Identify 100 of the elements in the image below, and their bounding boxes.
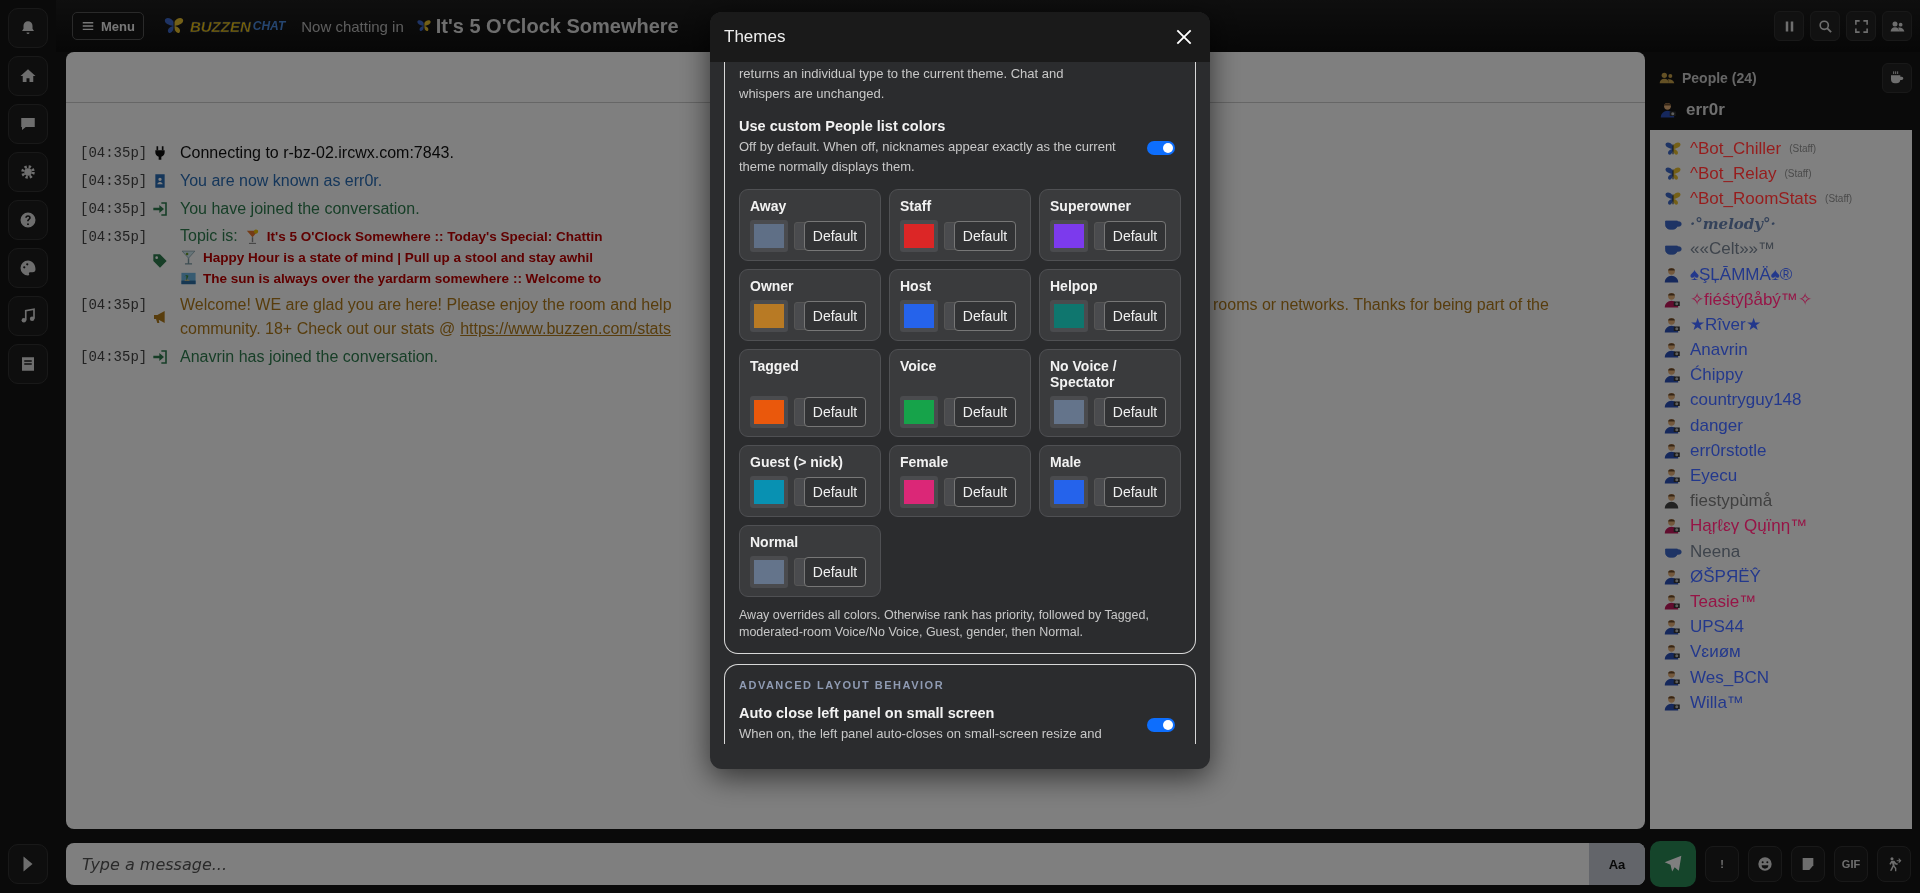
nickname[interactable]: Willa™	[1690, 692, 1744, 713]
nickname[interactable]: UPS44	[1690, 617, 1744, 638]
gif-button[interactable]: GIF	[1834, 846, 1868, 882]
sticker-button[interactable]	[1791, 846, 1825, 882]
color-label: Superowner	[1050, 198, 1132, 214]
dialog-title: Themes	[724, 27, 786, 47]
sign-in-icon	[152, 201, 168, 217]
note-text: Away overrides all colors. Otherwise rank has priority, followed by Tagged, moderated-room Voice/No Voice, Guest, gender, then Normal.	[739, 607, 1150, 641]
notifications-button[interactable]	[8, 8, 48, 48]
default-button[interactable]: Default	[954, 221, 1016, 251]
toggle-switch[interactable]	[1147, 140, 1175, 155]
color-swatch[interactable]	[1050, 300, 1088, 332]
user-camera-icon	[1664, 416, 1682, 435]
logo[interactable]: BUZZENCHAT	[155, 13, 290, 39]
nickname[interactable]: ·°melody°·	[1690, 215, 1776, 234]
note-icon	[1800, 856, 1816, 872]
user-camera-icon	[1664, 391, 1682, 410]
color-swatch[interactable]	[1050, 396, 1088, 428]
nickname[interactable]: Eyecu	[1690, 466, 1738, 487]
default-button[interactable]: Default	[804, 221, 866, 251]
search-button[interactable]	[1810, 11, 1840, 41]
nickname[interactable]: ^Bot_Relay	[1690, 163, 1777, 184]
message-text: Anavrin has joined the conversation.	[180, 347, 439, 367]
default-button[interactable]: Default	[954, 301, 1016, 331]
timestamp: [04:35p]	[80, 144, 149, 161]
font-button[interactable]: Aa	[1589, 843, 1645, 885]
send-icon	[1663, 854, 1683, 874]
user-camera-icon	[1660, 101, 1678, 119]
nickname[interactable]: ♠ŞĻĀMMÄ♠®	[1690, 264, 1793, 285]
theme-button[interactable]	[8, 248, 48, 288]
nickname[interactable]: ✧fiéśtýβåbý™✧	[1690, 289, 1812, 311]
setting-title: Auto close left panel on small screen	[739, 705, 996, 721]
default-button[interactable]: Default	[804, 301, 866, 331]
expand-panel-button[interactable]	[8, 844, 48, 884]
timestamp: [04:35p]	[80, 296, 149, 313]
notes-button[interactable]	[8, 344, 48, 384]
default-button[interactable]: Default	[1104, 397, 1166, 427]
now-chatting-label: Now chatting in	[301, 17, 404, 35]
nickname[interactable]: ^Bot_RoomStats	[1690, 188, 1818, 209]
stats-link[interactable]: https://www.buzzen.com/stats	[460, 319, 671, 339]
color-swatch[interactable]	[750, 476, 788, 508]
nickname[interactable]: ØŠPЯËŶ	[1690, 566, 1761, 587]
home-button[interactable]	[8, 56, 48, 96]
default-button[interactable]: Default	[804, 477, 866, 507]
topic-text: Happy Hour is a state of mind | Pull up a stool and stay awhil	[203, 250, 594, 265]
pause-button[interactable]	[1774, 11, 1804, 41]
default-button[interactable]: Default	[954, 397, 1016, 427]
nickname[interactable]: Neena	[1690, 541, 1741, 562]
color-swatch[interactable]	[900, 476, 938, 508]
color-swatch[interactable]	[1050, 476, 1088, 508]
color-swatch[interactable]	[750, 556, 788, 588]
user-camera-icon	[1664, 467, 1682, 486]
section-heading: ADVANCED LAYOUT BEHAVIOR	[739, 679, 946, 691]
menu-button[interactable]: Menu	[72, 12, 144, 40]
default-button[interactable]: Default	[1104, 221, 1166, 251]
user-camera-icon	[1664, 567, 1682, 586]
nickname[interactable]: Wes_BCN	[1690, 667, 1770, 688]
nickname[interactable]: ★Rîver★	[1690, 314, 1761, 336]
settings-button[interactable]	[8, 152, 48, 192]
default-button[interactable]: Default	[804, 557, 866, 587]
chat-button[interactable]	[8, 104, 48, 144]
nickname[interactable]: ^Bot_Chiller	[1690, 138, 1782, 159]
people-button[interactable]	[1882, 11, 1912, 41]
nickname[interactable]: Teasie™	[1690, 591, 1757, 612]
fullscreen-button[interactable]	[1846, 11, 1876, 41]
leave-button[interactable]	[1877, 846, 1911, 882]
toggle-switch[interactable]	[1147, 717, 1175, 732]
nickname[interactable]: err0rstotle	[1690, 440, 1767, 461]
nickname[interactable]: Ćhippy	[1690, 365, 1743, 386]
default-button[interactable]: Default	[804, 397, 866, 427]
people-icon	[1658, 70, 1676, 86]
message-field[interactable]: Type a message... Aa	[66, 843, 1645, 885]
nickname[interactable]: danger	[1690, 415, 1743, 436]
nickname[interactable]: Hąŗℓɛγ Qųïηη™	[1690, 516, 1808, 537]
color-swatch[interactable]	[750, 300, 788, 332]
butterfly-icon	[415, 18, 432, 34]
nickname[interactable]: countryguy148	[1690, 390, 1802, 411]
alert-button[interactable]: !	[1705, 846, 1739, 882]
nickname[interactable]: ««Celt»»™	[1690, 239, 1776, 260]
color-swatch[interactable]	[1050, 220, 1088, 252]
music-button[interactable]	[8, 296, 48, 336]
color-swatch[interactable]	[750, 220, 788, 252]
default-button[interactable]: Default	[1104, 301, 1166, 331]
default-button[interactable]: Default	[954, 477, 1016, 507]
nickname[interactable]: Anavrin	[1690, 340, 1748, 361]
search-icon	[1817, 18, 1833, 34]
away-button[interactable]	[1882, 63, 1912, 93]
nickname[interactable]: fiestypùmå	[1690, 491, 1773, 512]
emoji-button[interactable]	[1748, 846, 1782, 882]
color-swatch[interactable]	[900, 220, 938, 252]
color-swatch[interactable]	[750, 396, 788, 428]
send-button[interactable]	[1650, 841, 1696, 887]
color-swatch[interactable]	[900, 396, 938, 428]
default-button[interactable]: Default	[1104, 477, 1166, 507]
help-button[interactable]	[8, 200, 48, 240]
topic-text: It's 5 O'Clock Somewhere :: Today's Special: Chattin	[266, 228, 603, 244]
nickname[interactable]: Vɛиøм	[1690, 642, 1741, 663]
fullscreen-icon	[1853, 18, 1869, 34]
color-swatch[interactable]	[900, 300, 938, 332]
color-label: Helpop	[1050, 278, 1099, 294]
